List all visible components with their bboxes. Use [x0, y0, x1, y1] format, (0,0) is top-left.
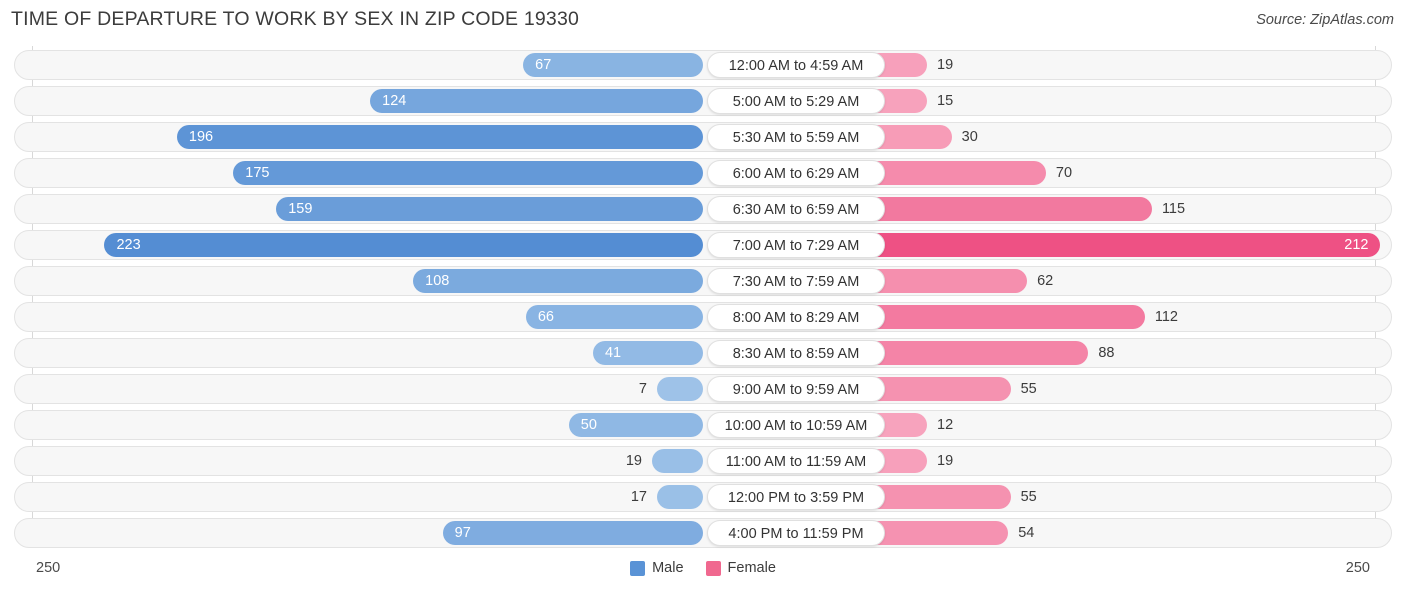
- bar-value-female: 70: [1055, 165, 1073, 181]
- bar-value-male: 50: [580, 417, 597, 433]
- bar-value-male: 159: [288, 201, 313, 217]
- row-track: [14, 158, 1392, 188]
- row-track: [14, 302, 1392, 332]
- bar-male[interactable]: [233, 161, 703, 185]
- legend-swatch-icon: [705, 560, 721, 576]
- chart-row: 50 12 10:00 AM to 10:59 AM: [14, 410, 1392, 442]
- bar-value-female: 15: [937, 93, 954, 109]
- chart-footer: 250 250 Male Female: [0, 552, 1406, 595]
- bar-male[interactable]: [652, 449, 703, 473]
- bar-value-male: 41: [604, 345, 622, 361]
- row-track: [14, 518, 1392, 548]
- bar-value-male: 7: [638, 381, 647, 397]
- legend-label: Male: [652, 560, 684, 576]
- category-label: 7:00 AM to 7:29 AM: [707, 232, 885, 258]
- bar-value-male: 175: [245, 165, 270, 181]
- bar-value-male: 67: [535, 57, 552, 73]
- legend-label: Female: [727, 560, 776, 576]
- bar-male[interactable]: [413, 269, 703, 293]
- bar-value-female: 62: [1037, 273, 1054, 289]
- chart-row: 223 212 7:00 AM to 7:29 AM: [14, 230, 1392, 262]
- category-label: 5:00 AM to 5:29 AM: [707, 88, 885, 114]
- bar-value-female: 55: [1020, 489, 1037, 505]
- legend-item-male[interactable]: Male: [630, 560, 684, 576]
- bar-value-female: 112: [1154, 309, 1178, 325]
- bar-value-male: 223: [116, 237, 141, 253]
- bar-value-male: 196: [188, 129, 214, 145]
- bar-value-female: 55: [1020, 381, 1037, 397]
- category-label: 7:30 AM to 7:59 AM: [707, 268, 885, 294]
- chart-row: 124 15 5:00 AM to 5:29 AM: [14, 86, 1392, 118]
- row-track: [14, 50, 1392, 80]
- chart-row: 67 19 12:00 AM to 4:59 AM: [14, 50, 1392, 82]
- category-label: 8:00 AM to 8:29 AM: [707, 304, 885, 330]
- bar-value-male: 17: [630, 489, 647, 505]
- bar-value-male: 97: [454, 525, 471, 541]
- category-label: 12:00 AM to 4:59 AM: [707, 52, 885, 78]
- row-track: [14, 194, 1392, 224]
- category-label: 8:30 AM to 8:59 AM: [707, 340, 885, 366]
- bar-male[interactable]: [442, 521, 703, 545]
- category-label: 11:00 AM to 11:59 AM: [707, 448, 885, 474]
- row-track: [14, 338, 1392, 368]
- bar-value-female: 115: [1161, 201, 1186, 217]
- row-track: [14, 266, 1392, 296]
- bar-value-female: 30: [961, 129, 978, 145]
- row-track: [14, 446, 1392, 476]
- chart-row: 66 112 8:00 AM to 8:29 AM: [14, 302, 1392, 334]
- chart-header: TIME OF DEPARTURE TO WORK BY SEX IN ZIP …: [0, 0, 1406, 44]
- chart-row: 97 54 4:00 PM to 11:59 PM: [14, 518, 1392, 550]
- chart-row: 41 88 8:30 AM to 8:59 AM: [14, 338, 1392, 370]
- category-label: 10:00 AM to 10:59 AM: [707, 412, 885, 438]
- bar-value-female: 19: [937, 453, 954, 469]
- bar-value-male: 124: [382, 93, 407, 109]
- bar-value-female: 88: [1098, 345, 1115, 361]
- bar-value-male: 19: [625, 453, 642, 469]
- plot-area: 67 19 12:00 AM to 4:59 AM 124 15 5:00 AM to 5…: [0, 46, 1406, 552]
- row-track: [14, 410, 1392, 440]
- chart-row: 175 70 6:00 AM to 6:29 AM: [14, 158, 1392, 190]
- chart-legend: Male Female: [0, 560, 1406, 576]
- chart-row: 159 115 6:30 AM to 6:59 AM: [14, 194, 1392, 226]
- chart-row: 19 19 11:00 AM to 11:59 AM: [14, 446, 1392, 478]
- category-label: 6:00 AM to 6:29 AM: [707, 160, 885, 186]
- bar-male[interactable]: [104, 233, 703, 257]
- chart-row: 196 30 5:30 AM to 5:59 AM: [14, 122, 1392, 154]
- bar-male[interactable]: [657, 485, 703, 509]
- bar-value-female: 12: [937, 417, 954, 433]
- row-track: [14, 482, 1392, 512]
- legend-item-female[interactable]: Female: [705, 560, 776, 576]
- category-label: 5:30 AM to 5:59 AM: [707, 124, 885, 150]
- bar-value-male: 66: [537, 309, 554, 325]
- category-label: 4:00 PM to 11:59 PM: [707, 520, 885, 546]
- bar-value-female: 212: [1344, 237, 1369, 253]
- chart-root: TIME OF DEPARTURE TO WORK BY SEX IN ZIP …: [0, 0, 1406, 595]
- row-track: [14, 86, 1392, 116]
- bar-male[interactable]: [370, 89, 703, 113]
- legend-swatch-icon: [630, 560, 646, 576]
- chart-row: 7 55 9:00 AM to 9:59 AM: [14, 374, 1392, 406]
- category-label: 6:30 AM to 6:59 AM: [707, 196, 885, 222]
- source-attribution: Source: ZipAtlas.com: [1256, 12, 1394, 28]
- category-label: 9:00 AM to 9:59 AM: [707, 376, 885, 402]
- bar-value-female: 19: [937, 57, 954, 73]
- category-label: 12:00 PM to 3:59 PM: [707, 484, 885, 510]
- bar-male[interactable]: [657, 377, 703, 401]
- bar-male[interactable]: [276, 197, 703, 221]
- chart-row: 17 55 12:00 PM to 3:59 PM: [14, 482, 1392, 514]
- page-title: TIME OF DEPARTURE TO WORK BY SEX IN ZIP …: [11, 8, 580, 30]
- row-track: [14, 374, 1392, 404]
- bar-value-male: 108: [425, 273, 450, 289]
- bar-value-female: 54: [1018, 525, 1035, 541]
- bar-male[interactable]: [176, 125, 703, 149]
- chart-row: 108 62 7:30 AM to 7:59 AM: [14, 266, 1392, 298]
